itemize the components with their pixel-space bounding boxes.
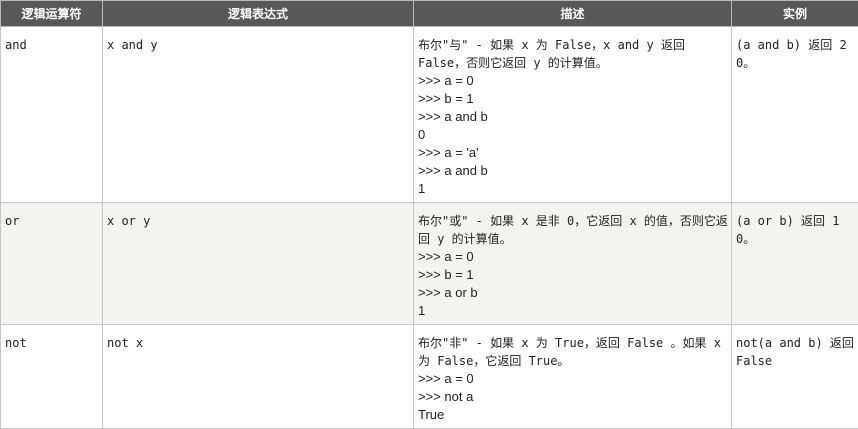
operator-cell: or [1,203,103,325]
example-text: (a and b) 返回 20。 [736,38,847,70]
expression-cell: x or y [103,203,414,325]
description-cell: 布尔"与" - 如果 x 为 False，x and y 返回 False，否则… [414,27,732,203]
code-line: >>> a = 'a' [418,144,728,162]
description-text: 布尔"与" - 如果 x 为 False，x and y 返回 False，否则… [418,38,685,70]
example-text: (a or b) 返回 10。 [736,214,839,246]
code-line: >>> a = 0 [418,248,728,266]
example-text: not(a and b) 返回 False [736,336,854,368]
header-example: 实例 [732,1,858,27]
code-line: >>> a and b [418,108,728,126]
example-cell: (a or b) 返回 10。 [732,203,858,325]
operator-cell: not [1,325,103,429]
header-operator: 逻辑运算符 [1,1,103,27]
logical-operators-table: 逻辑运算符 逻辑表达式 描述 实例 and x and y 布尔"与" - 如果… [0,0,858,429]
code-line: >>> not a [418,388,728,406]
description-text: 布尔"或" - 如果 x 是非 0，它返回 x 的值，否则它返回 y 的计算值。 [418,214,728,246]
operator-cell: and [1,27,103,203]
expression-cell: not x [103,325,414,429]
table-row: or x or y 布尔"或" - 如果 x 是非 0，它返回 x 的值，否则它… [1,203,858,325]
description-cell: 布尔"非" - 如果 x 为 True，返回 False 。如果 x 为 Fal… [414,325,732,429]
description-cell: 布尔"或" - 如果 x 是非 0，它返回 x 的值，否则它返回 y 的计算值。… [414,203,732,325]
code-line: >>> a = 0 [418,72,728,90]
description-text: 布尔"非" - 如果 x 为 True，返回 False 。如果 x 为 Fal… [418,336,721,368]
header-description: 描述 [414,1,732,27]
expression-cell: x and y [103,27,414,203]
code-line: >>> a and b [418,162,728,180]
example-cell: not(a and b) 返回 False [732,325,858,429]
header-expression: 逻辑表达式 [103,1,414,27]
code-result: 1 [418,302,728,320]
code-line: >>> a = 0 [418,370,728,388]
code-line: >>> a or b [418,284,728,302]
table-header-row: 逻辑运算符 逻辑表达式 描述 实例 [1,1,858,27]
code-line: >>> b = 1 [418,266,728,284]
table-row: not not x 布尔"非" - 如果 x 为 True，返回 False 。… [1,325,858,429]
example-cell: (a and b) 返回 20。 [732,27,858,203]
code-result: True [418,406,728,424]
code-line: >>> b = 1 [418,90,728,108]
code-result: 0 [418,126,728,144]
code-result: 1 [418,180,728,198]
table-row: and x and y 布尔"与" - 如果 x 为 False，x and y… [1,27,858,203]
